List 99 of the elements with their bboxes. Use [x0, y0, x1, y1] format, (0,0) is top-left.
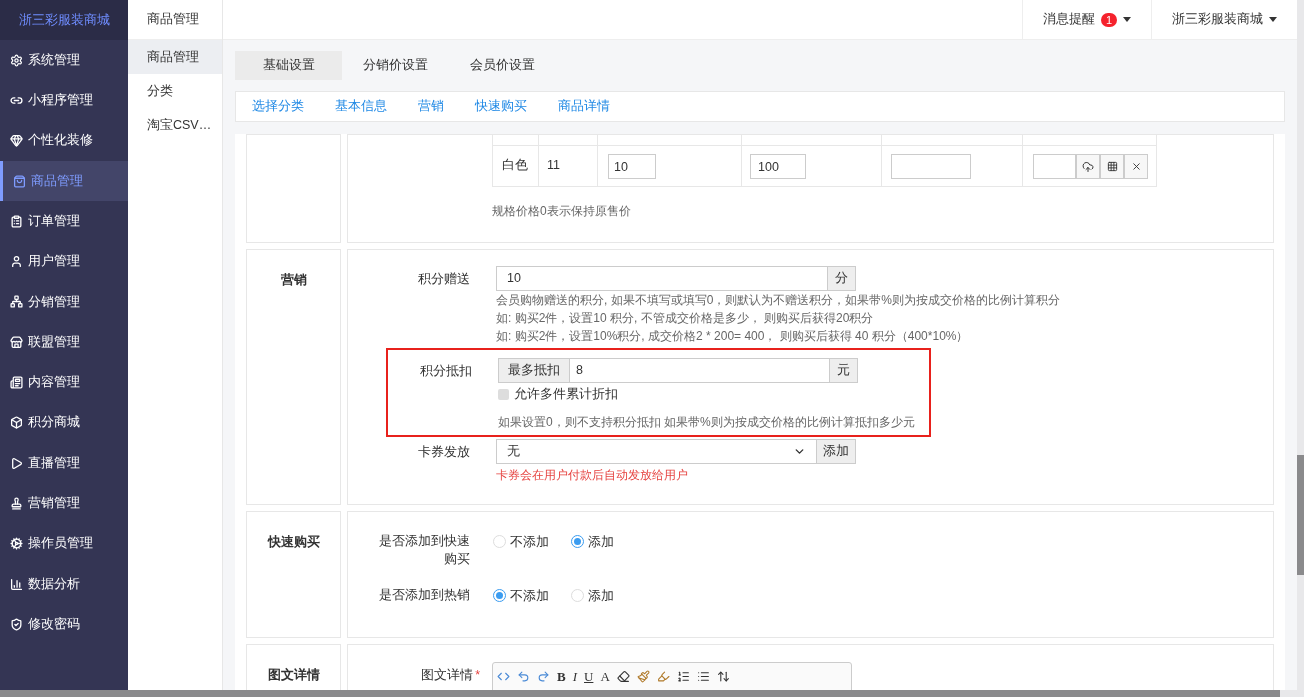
prefix-addon: 最多抵扣 — [498, 358, 569, 383]
grid-icon — [1106, 161, 1118, 172]
caret-icon — [1123, 17, 1131, 22]
cog-icon — [10, 537, 23, 551]
network-icon — [10, 295, 23, 309]
toolbar-button[interactable]: A — [600, 667, 610, 687]
upload-icon — [1082, 160, 1094, 173]
submenu-title: 商品管理 — [147, 11, 199, 29]
sidebar-item[interactable]: 小程序管理 — [0, 80, 128, 121]
field-label: 是否添加到热销 — [378, 587, 470, 604]
tab[interactable]: 分销价设置 — [342, 51, 449, 80]
brush-icon[interactable] — [636, 670, 650, 683]
toolbar-button[interactable]: U — [584, 667, 594, 687]
anchor-link[interactable]: 选择分类 — [252, 97, 304, 116]
radio-option[interactable]: 添加 — [571, 586, 649, 606]
sidebar-item[interactable]: 用户管理 — [0, 241, 128, 282]
required-mark: * — [475, 668, 480, 682]
field-label: 卡券发放 — [417, 444, 471, 461]
checkbox[interactable] — [498, 388, 509, 400]
sidebar-item[interactable]: 系统管理 — [0, 40, 128, 81]
field-label: 图文详情 * — [420, 667, 480, 684]
sidebar-item[interactable]: 营销管理 — [0, 483, 128, 524]
tab[interactable]: 会员价设置 — [449, 51, 556, 80]
price-input[interactable]: 10 — [608, 154, 656, 179]
upload-button[interactable] — [1076, 154, 1100, 179]
section-title: 营销 — [280, 271, 307, 289]
help-text: 如果设置0，则不支持积分抵扣 如果带%则为按成交价格的比例计算抵扣多少元 — [498, 413, 915, 431]
sidebar-item[interactable]: 数据分析 — [0, 563, 128, 605]
box-icon — [10, 416, 23, 430]
image-input[interactable] — [1033, 154, 1076, 179]
field-label: 是否添加到快速购买 — [378, 533, 470, 568]
brand-name: 浙三彩服装商城 — [18, 11, 110, 30]
sidebar-item[interactable]: 联盟管理 — [0, 322, 128, 363]
rich-text-editor[interactable]: B I U A — [492, 662, 852, 690]
notification-badge: 1 — [1100, 12, 1117, 27]
sidebar-item[interactable]: 内容管理 — [0, 362, 128, 403]
gem-icon — [10, 134, 23, 148]
submenu-item[interactable]: 商品管理 — [128, 40, 222, 74]
line-height-icon[interactable] — [716, 670, 730, 683]
anchor-link[interactable]: 营销 — [418, 97, 444, 116]
sidebar-item[interactable]: 个性化装修 — [0, 120, 128, 161]
coupon-select[interactable]: 无 — [496, 439, 817, 464]
unit-addon: 分 — [828, 266, 856, 291]
close-icon — [1130, 161, 1142, 172]
user-icon — [10, 255, 23, 269]
sidebar-item[interactable]: 积分商城 — [0, 402, 128, 443]
price-input[interactable]: 100 — [750, 154, 806, 179]
unit-addon: 元 — [830, 358, 858, 383]
tab[interactable]: 基础设置 — [235, 51, 342, 80]
sidebar-item[interactable]: 操作员管理 — [0, 523, 128, 564]
anchor-link[interactable]: 快速购买 — [475, 97, 527, 116]
sidebar-item[interactable]: 订单管理 — [0, 201, 128, 242]
clipboard-icon — [10, 214, 23, 228]
notifications-menu[interactable]: 消息提醒 1 — [1021, 0, 1151, 39]
undo-icon[interactable] — [517, 670, 530, 683]
highlighter-icon[interactable] — [656, 670, 670, 683]
field-label: 积分抵扣 — [419, 363, 473, 380]
sidebar-item[interactable]: 直播管理 — [0, 442, 128, 484]
radio-option[interactable]: 不添加 — [493, 532, 571, 552]
help-text: 会员购物赠送的积分, 如果不填写或填写0，则默认为不赠送积分，如果带%则为按成交价格的比例计算积分 — [496, 292, 1060, 309]
bar-chart-icon — [10, 577, 23, 591]
play-icon — [10, 456, 23, 470]
redo-icon[interactable] — [537, 670, 550, 683]
toolbar-button[interactable]: B — [557, 667, 566, 687]
text-input[interactable] — [891, 154, 971, 179]
radio-option[interactable]: 不添加 — [493, 586, 571, 606]
eraser-icon[interactable] — [616, 670, 630, 683]
store-icon — [10, 335, 23, 349]
points-gift-input[interactable]: 10 — [496, 266, 828, 291]
shield-icon — [10, 617, 23, 631]
field-label: 积分赠送 — [417, 271, 471, 288]
section-title: 快速购买 — [267, 533, 320, 551]
sidebar-item[interactable]: 修改密码 — [0, 604, 128, 645]
caret-icon — [1269, 17, 1277, 22]
radio-option[interactable]: 添加 — [571, 532, 649, 552]
help-text: 卡券会在用户付款后自动发放给用户 — [496, 467, 689, 484]
gear-icon — [10, 53, 23, 67]
table-cell: 11 — [547, 158, 560, 172]
ordered-list-icon[interactable] — [676, 670, 690, 683]
section-title: 图文详情 — [267, 666, 320, 684]
bag-icon — [13, 174, 26, 188]
toolbar-button[interactable]: I — [572, 667, 577, 687]
add-button[interactable]: 添加 — [817, 439, 856, 464]
newspaper-icon — [10, 376, 23, 389]
sidebar-item[interactable]: 分销管理 — [0, 281, 128, 323]
stamp-icon — [10, 496, 23, 510]
checkbox-option[interactable]: 允许多件累计折扣 — [498, 385, 915, 404]
anchor-link[interactable]: 基本信息 — [335, 97, 387, 116]
sidebar-item[interactable]: 商品管理 — [0, 160, 128, 202]
help-text: 如: 购买2件，设置10%积分, 成交价格2 * 200= 400， 则购买后获得 40 积分（400*10%） — [496, 328, 970, 345]
scrollbar-thumb[interactable] — [1297, 455, 1304, 575]
gallery-button[interactable] — [1100, 154, 1124, 179]
code-icon[interactable] — [497, 670, 510, 683]
points-deduct-input[interactable]: 8 — [569, 358, 830, 383]
help-text: 如: 购买2件，设置10 积分, 不管成交价格是多少， 则购买后获得20积分 — [496, 310, 875, 327]
table-cell: 白色 — [502, 158, 528, 172]
anchor-link[interactable]: 商品详情 — [558, 97, 610, 116]
bullet-list-icon[interactable] — [696, 670, 710, 683]
spec-note: 规格价格0表示保持原售价 — [492, 203, 632, 220]
